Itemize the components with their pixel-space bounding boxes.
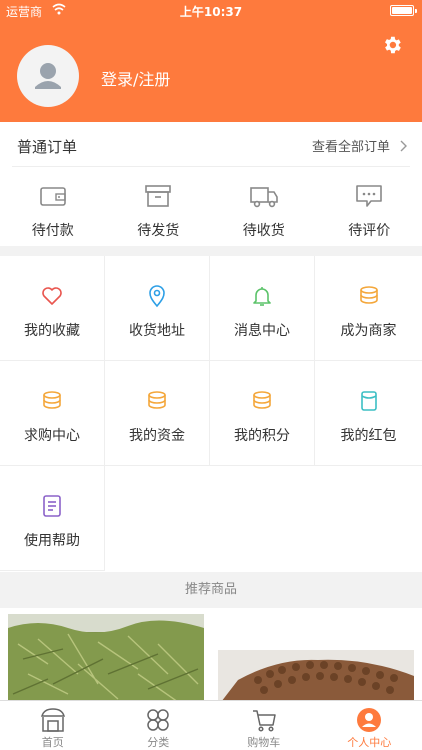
login-register-link[interactable]: 登录/注册 xyxy=(101,66,170,90)
product-list xyxy=(0,608,422,700)
tab-label: 个人中心 xyxy=(347,736,392,749)
battery-icon xyxy=(390,5,417,16)
service-red-packet[interactable]: 我的红包 xyxy=(315,361,422,466)
order-item-label: 待付款 xyxy=(31,223,74,239)
chevron-right-icon xyxy=(400,140,407,151)
heart-icon xyxy=(42,287,62,305)
order-item-label: 待收货 xyxy=(242,223,285,239)
coins-icon xyxy=(359,286,378,304)
profile-header: 登录/注册 xyxy=(0,20,422,122)
home-icon xyxy=(40,708,65,732)
truck-icon xyxy=(249,187,278,208)
tab-home[interactable]: 首页 xyxy=(0,701,106,750)
orders-section: 普通订单 查看全部订单 待付款 待发货 待收货 待评价 xyxy=(0,122,422,246)
tab-category[interactable]: 分类 xyxy=(106,701,212,750)
service-funds[interactable]: 我的资金 xyxy=(105,361,210,466)
tab-profile[interactable]: 个人中心 xyxy=(317,701,422,750)
user-avatar-icon xyxy=(35,63,61,89)
order-item-pending-shipment[interactable]: 待发货 xyxy=(106,182,212,242)
service-label: 我的收藏 xyxy=(24,323,80,339)
box-icon xyxy=(145,185,172,207)
tab-bar: 首页 分类 购物车 个人中心 xyxy=(0,700,422,750)
service-label: 消息中心 xyxy=(234,323,290,339)
order-item-pending-payment[interactable]: 待付款 xyxy=(0,182,106,242)
service-label: 使用帮助 xyxy=(24,533,80,549)
bell-icon xyxy=(253,287,271,306)
document-icon xyxy=(43,495,61,517)
service-label: 我的积分 xyxy=(234,428,290,444)
coins-icon xyxy=(148,391,166,409)
service-address[interactable]: 收货地址 xyxy=(105,256,210,361)
tab-label: 分类 xyxy=(147,736,170,749)
gear-icon[interactable] xyxy=(381,34,403,56)
category-icon xyxy=(147,709,169,731)
wallet-icon xyxy=(39,187,66,206)
tab-cart[interactable]: 购物车 xyxy=(211,701,317,750)
view-all-orders-link[interactable]: 查看全部订单 xyxy=(312,136,408,155)
product-image-hay[interactable] xyxy=(8,614,204,700)
service-grid: 我的收藏 收货地址 消息中心 成为商家 求购中心 我的资金 我的积分 我的红包 … xyxy=(0,256,422,572)
service-label: 我的红包 xyxy=(340,428,397,444)
service-purchase-center[interactable]: 求购中心 xyxy=(0,361,105,466)
divider xyxy=(12,166,410,167)
service-help[interactable]: 使用帮助 xyxy=(0,466,105,571)
coins-icon xyxy=(43,391,61,409)
service-favorites[interactable]: 我的收藏 xyxy=(0,256,105,361)
coins-icon xyxy=(253,391,271,409)
user-icon xyxy=(357,708,382,732)
bag-icon xyxy=(360,391,377,411)
service-label: 收货地址 xyxy=(129,323,185,339)
product-image-feed[interactable] xyxy=(218,650,414,700)
clock: 上午10:37 xyxy=(179,5,243,19)
service-label: 求购中心 xyxy=(24,428,80,444)
order-item-label: 待评价 xyxy=(348,223,391,239)
service-messages[interactable]: 消息中心 xyxy=(210,256,315,361)
cart-icon xyxy=(252,710,276,732)
tab-label: 购物车 xyxy=(247,736,281,749)
order-item-label: 待发货 xyxy=(137,223,180,239)
service-label: 我的资金 xyxy=(129,428,185,444)
orders-title: 普通订单 xyxy=(17,138,78,156)
status-bar: 运营商 上午10:37 xyxy=(0,0,422,20)
service-points[interactable]: 我的积分 xyxy=(210,361,315,466)
avatar[interactable] xyxy=(17,45,79,107)
recommend-header: 推荐商品 xyxy=(0,572,422,608)
comment-icon xyxy=(356,185,383,207)
location-icon xyxy=(149,285,165,308)
view-all-orders-label: 查看全部订单 xyxy=(311,140,390,155)
tab-label: 首页 xyxy=(41,736,64,749)
service-become-merchant[interactable]: 成为商家 xyxy=(315,256,422,361)
order-item-pending-receipt[interactable]: 待收货 xyxy=(211,182,317,242)
service-label: 成为商家 xyxy=(340,323,397,339)
order-item-pending-review[interactable]: 待评价 xyxy=(317,182,422,242)
